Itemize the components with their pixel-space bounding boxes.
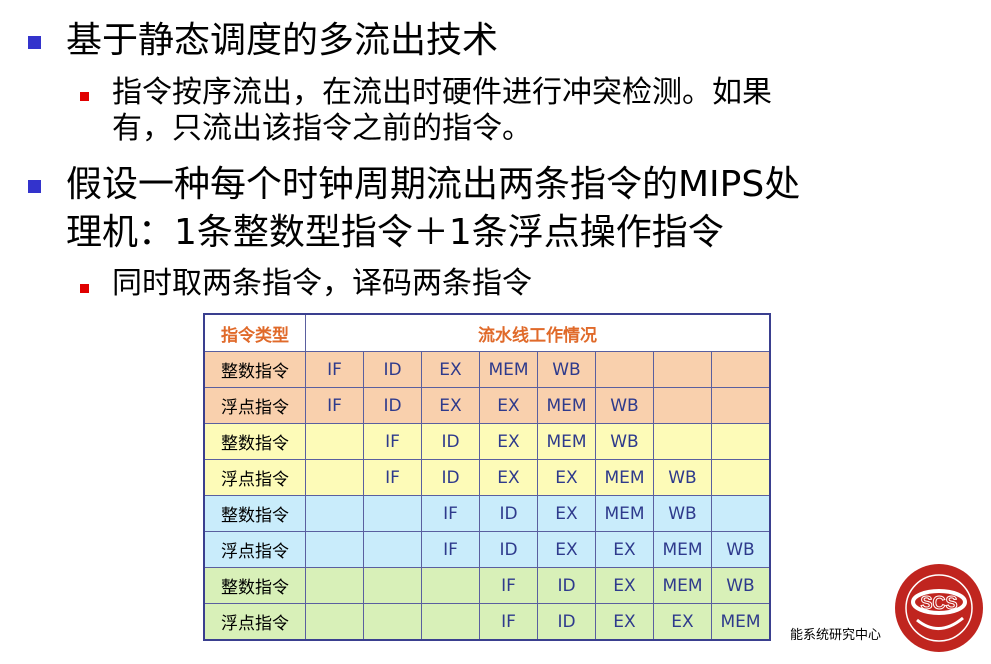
stage-cell: EX [479, 387, 538, 424]
stage-cell: MEM [711, 603, 771, 641]
stage-cell: EX [537, 531, 596, 568]
stage-cell: IF [305, 387, 364, 424]
stage-cell: WB [711, 567, 771, 604]
stage-cell: WB [711, 531, 771, 568]
table-row: 浮点指令 IF ID EX EX MEM WB [203, 459, 771, 496]
stage-cell: EX [653, 603, 712, 641]
stage-cell: EX [537, 459, 596, 496]
stage-cell: WB [595, 387, 654, 424]
stage-cell: IF [479, 567, 538, 604]
stage-cell: IF [363, 423, 422, 460]
table-row: 浮点指令 IF ID EX EX MEM WB [203, 387, 771, 424]
stage-cell [595, 351, 654, 388]
stage-cell: WB [653, 495, 712, 532]
footer-text: 能系统研究中心 [790, 628, 882, 643]
instr-type-cell: 整数指令 [203, 567, 306, 604]
table-row: 整数指令 IF ID EX MEM WB [203, 423, 771, 460]
stage-cell: WB [537, 351, 596, 388]
header-instr-type: 指令类型 [203, 313, 306, 352]
stage-cell [421, 603, 480, 641]
stage-cell: ID [479, 531, 538, 568]
stage-cell [363, 567, 422, 604]
stage-cell: IF [479, 603, 538, 641]
stage-cell: MEM [537, 423, 596, 460]
stage-cell [305, 531, 364, 568]
stage-cell: ID [421, 459, 480, 496]
instr-type-cell: 整数指令 [203, 351, 306, 388]
pipeline-table: 指令类型 流水线工作情况 整数指令 IF ID EX MEM WB 浮点指令 IF ID EX EX… [203, 313, 771, 641]
table-row: 浮点指令 IF ID EX EX MEM WB [203, 531, 771, 568]
stage-cell: MEM [653, 531, 712, 568]
instr-type-cell: 整数指令 [203, 495, 306, 532]
stage-cell: EX [421, 387, 480, 424]
stage-cell: IF [363, 459, 422, 496]
stage-cell: IF [305, 351, 364, 388]
stage-cell [653, 351, 712, 388]
stage-cell: EX [479, 423, 538, 460]
bullet-text: 基于静态调度的多流出技术 [66, 20, 499, 61]
stage-cell [363, 495, 422, 532]
stage-cell [305, 459, 364, 496]
stage-cell: EX [421, 351, 480, 388]
stage-cell [305, 603, 364, 641]
stage-cell: EX [595, 603, 654, 641]
stage-cell: ID [363, 387, 422, 424]
scs-logo: SCS [895, 564, 983, 652]
stage-cell [421, 567, 480, 604]
instr-type-cell: 浮点指令 [203, 387, 306, 424]
stage-cell: ID [479, 495, 538, 532]
table-row: 整数指令 IF ID EX MEM WB [203, 351, 771, 388]
stage-cell [305, 567, 364, 604]
instr-type-cell: 浮点指令 [203, 531, 306, 568]
stage-cell: MEM [595, 495, 654, 532]
instr-type-cell: 整数指令 [203, 423, 306, 460]
stage-cell: ID [537, 567, 596, 604]
stage-cell [711, 423, 771, 460]
stage-cell: MEM [479, 351, 538, 388]
stage-cell: MEM [595, 459, 654, 496]
stage-cell: EX [595, 531, 654, 568]
bullet-square-icon [28, 36, 41, 49]
bullet-text: 理机：1条整数型指令＋1条浮点操作指令 [66, 212, 724, 253]
bullet-text: 假设一种每个时钟周期流出两条指令的MIPS处 [66, 164, 801, 205]
stage-cell: EX [537, 495, 596, 532]
stage-cell [711, 495, 771, 532]
instr-type-cell: 浮点指令 [203, 603, 306, 641]
svg-text:SCS: SCS [920, 593, 957, 613]
table-row: 整数指令 IF ID EX MEM WB [203, 567, 771, 604]
stage-cell: WB [595, 423, 654, 460]
sub-bullet-square-icon [80, 92, 89, 101]
stage-cell: ID [537, 603, 596, 641]
stage-cell [653, 423, 712, 460]
stage-cell [711, 387, 771, 424]
stage-cell: EX [595, 567, 654, 604]
stage-cell [305, 423, 364, 460]
stage-cell: MEM [537, 387, 596, 424]
table-row: 浮点指令 IF ID EX EX MEM [203, 603, 771, 641]
header-pipeline: 流水线工作情况 [305, 313, 771, 352]
stage-cell: MEM [653, 567, 712, 604]
sub-bullet-text: 有，只流出该指令之前的指令。 [112, 111, 532, 146]
instr-type-cell: 浮点指令 [203, 459, 306, 496]
sub-bullet-text: 同时取两条指令，译码两条指令 [112, 266, 532, 301]
sub-bullet-square-icon [80, 284, 89, 293]
stage-cell [711, 459, 771, 496]
bullet-square-icon [28, 180, 41, 193]
stage-cell [363, 531, 422, 568]
stage-cell [363, 603, 422, 641]
stage-cell: ID [421, 423, 480, 460]
sub-bullet-text: 指令按序流出，在流出时硬件进行冲突检测。如果 [112, 75, 772, 110]
stage-cell: ID [363, 351, 422, 388]
stage-cell: IF [421, 495, 480, 532]
stage-cell [305, 495, 364, 532]
table-row: 整数指令 IF ID EX MEM WB [203, 495, 771, 532]
stage-cell: EX [479, 459, 538, 496]
stage-cell: WB [653, 459, 712, 496]
stage-cell [711, 351, 771, 388]
stage-cell [653, 387, 712, 424]
stage-cell: IF [421, 531, 480, 568]
